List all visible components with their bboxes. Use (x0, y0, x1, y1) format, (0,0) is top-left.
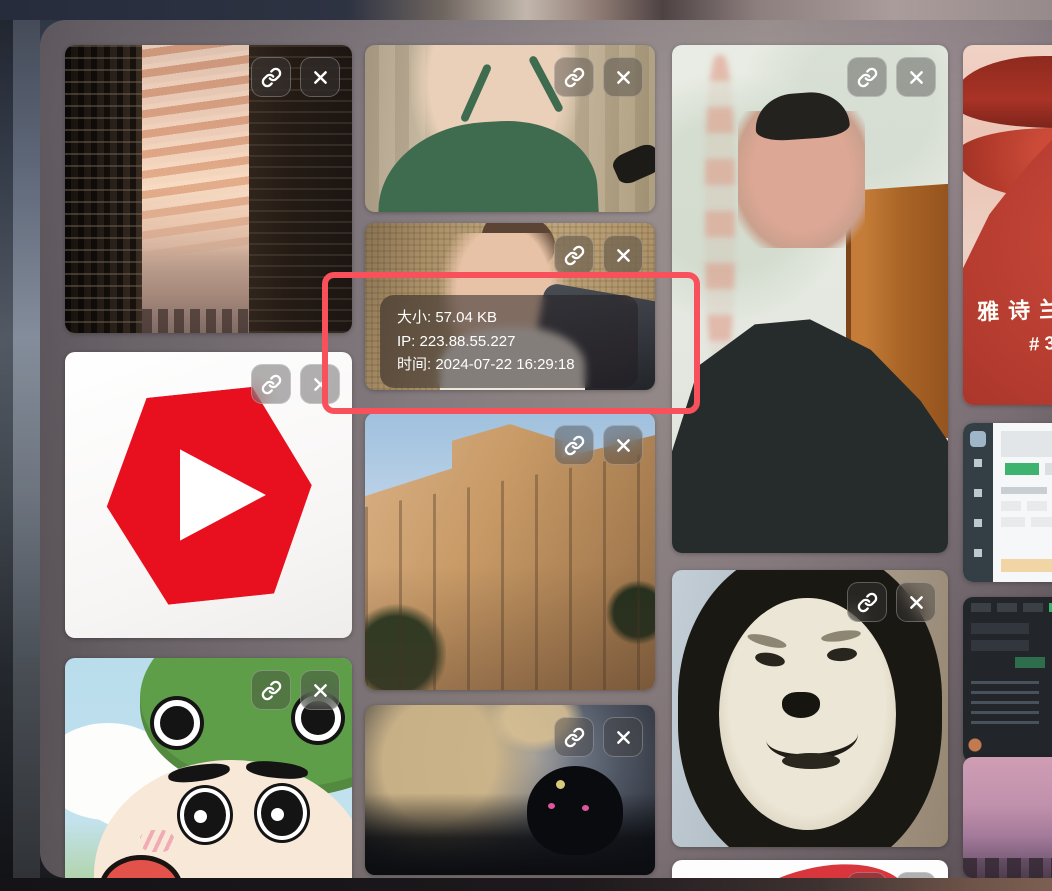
close-icon (907, 593, 926, 612)
jacket-shape (672, 45, 948, 553)
close-icon (614, 728, 633, 747)
eye-shape (257, 786, 307, 840)
delete-button[interactable] (300, 670, 340, 710)
gallery-card-husky[interactable] (672, 570, 948, 847)
copy-link-button[interactable] (251, 670, 291, 710)
image-info-tooltip: 大小: 57.04 KB IP: 223.88.55.227 时间: 2024-… (380, 295, 638, 388)
close-icon (614, 68, 633, 87)
gallery-card-sunset-city[interactable] (65, 45, 352, 333)
card-actions (251, 57, 340, 97)
lips-brand-text: 雅诗兰 (976, 291, 1052, 326)
link-icon (564, 67, 585, 88)
card-actions (847, 582, 936, 622)
tooltip-time: 时间: 2024-07-22 16:29:18 (397, 353, 621, 377)
gallery-card-anime-girl[interactable] (365, 705, 655, 875)
background-top-strip (0, 0, 1052, 20)
close-icon (614, 436, 633, 455)
card-actions (847, 57, 936, 97)
copy-link-button[interactable] (847, 582, 887, 622)
link-icon (857, 67, 878, 88)
link-icon (261, 680, 282, 701)
delete-button[interactable] (603, 57, 643, 97)
copy-link-button[interactable] (554, 425, 594, 465)
close-icon (311, 68, 330, 87)
close-icon (311, 375, 330, 394)
blush-shape (140, 830, 174, 852)
copy-link-button[interactable] (554, 57, 594, 97)
delete-button[interactable] (896, 57, 936, 97)
link-icon (564, 727, 585, 748)
gallery-card-portrait-man[interactable] (672, 45, 948, 553)
tooltip-size: 大小: 57.04 KB (397, 306, 621, 330)
gallery-card-villa-house[interactable] (365, 413, 655, 690)
close-icon (907, 68, 926, 87)
close-icon (614, 246, 633, 265)
link-icon (564, 245, 585, 266)
link-icon (261, 67, 282, 88)
copy-link-button[interactable] (251, 57, 291, 97)
red-lips-photo: 雅诗兰 #333 (963, 45, 1052, 405)
gallery-card-dark-app[interactable] (963, 597, 1052, 762)
lips-shade-text: #333 (1028, 331, 1052, 356)
delete-button[interactable] (300, 57, 340, 97)
gallery-card-light-app[interactable] (963, 423, 1052, 582)
gallery-card-green-camisole[interactable] (365, 45, 655, 212)
card-actions (554, 235, 643, 275)
gallery-card-partial-logo[interactable] (672, 860, 948, 878)
portrait-man-photo (672, 45, 948, 553)
gallery-card-pink-dusk[interactable] (963, 757, 1052, 878)
card-actions (554, 717, 643, 757)
pink-dusk-photo (963, 757, 1052, 878)
link-icon (261, 374, 282, 395)
object-shape (610, 140, 655, 186)
copy-link-button[interactable] (847, 57, 887, 97)
delete-button[interactable] (300, 364, 340, 404)
tree-shape (606, 579, 655, 645)
eye-shape (180, 788, 230, 842)
background-bottom-strip (0, 878, 1052, 891)
delete-button[interactable] (603, 717, 643, 757)
screenshot-dark-app (963, 597, 1052, 762)
gallery-card-play-logo[interactable] (65, 352, 352, 638)
building-left-shape (65, 45, 142, 333)
city-haze-shape (142, 247, 248, 333)
close-icon (311, 681, 330, 700)
jaw-shape (782, 753, 840, 769)
copy-link-button[interactable] (251, 364, 291, 404)
page: { "tooltip": { "size": "大小: 57.04 KB", "… (0, 0, 1052, 891)
delete-button[interactable] (603, 425, 643, 465)
gallery-card-woman-chair[interactable]: 大小: 57.04 KB IP: 223.88.55.227 时间: 2024-… (365, 223, 655, 390)
copy-link-button[interactable] (554, 235, 594, 275)
upper-lip-shape (963, 56, 1052, 128)
app-sidebar-shape (963, 423, 993, 582)
delete-button[interactable] (603, 235, 643, 275)
gallery-card-red-lips[interactable]: 雅诗兰 #333 (963, 45, 1052, 405)
sunset-clouds-shape (140, 45, 252, 258)
card-actions (554, 425, 643, 465)
gallery-panel: 大小: 57.04 KB IP: 223.88.55.227 时间: 2024-… (40, 20, 1052, 878)
gallery-card-shinchan[interactable] (65, 658, 352, 878)
link-icon (564, 435, 585, 456)
card-actions (554, 57, 643, 97)
frog-eye-shape (154, 700, 200, 746)
copy-link-button[interactable] (554, 717, 594, 757)
tooltip-ip: IP: 223.88.55.227 (397, 330, 621, 354)
tree-shape (365, 601, 446, 690)
card-actions (251, 364, 340, 404)
screenshot-light-app (963, 423, 1052, 582)
app-content-shape (993, 423, 1052, 582)
link-icon (857, 592, 878, 613)
delete-button[interactable] (896, 582, 936, 622)
black-cat-shape (527, 766, 623, 854)
card-actions (251, 670, 340, 710)
